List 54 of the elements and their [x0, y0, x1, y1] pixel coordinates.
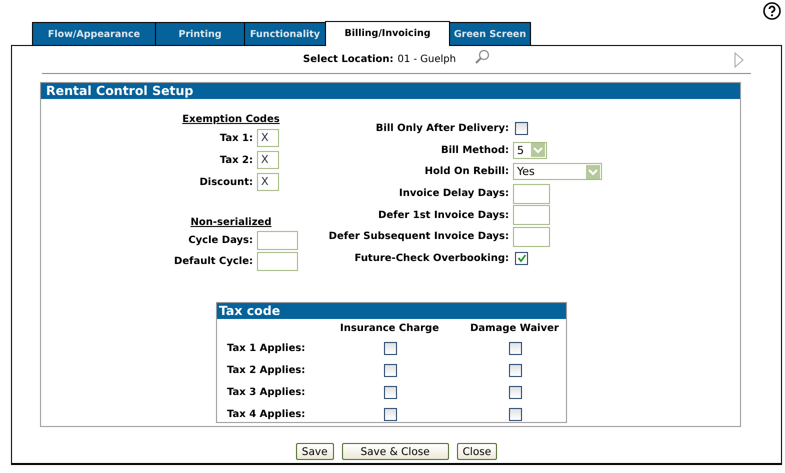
tab[interactable]: Printing — [155, 22, 245, 46]
input-field[interactable] — [513, 226, 550, 247]
column-header: Insurance Charge — [339, 323, 440, 334]
field-label: Default Cycle: — [173, 256, 254, 267]
checkbox[interactable] — [509, 364, 522, 376]
button[interactable]: Save & Close — [342, 443, 449, 460]
location-label: Select Location: — [303, 54, 394, 65]
field-label: Discount: — [198, 176, 254, 188]
field-label: Bill Only After Delivery: — [374, 123, 510, 134]
input-field[interactable] — [513, 184, 550, 204]
field-label: Hold On Rebill: — [424, 166, 510, 178]
row-label: Tax 3 Applies: — [227, 386, 306, 398]
group-heading: Exemption Codes — [181, 113, 281, 127]
checkbox[interactable] — [515, 252, 528, 265]
field-label: Tax 1: — [218, 132, 254, 144]
column-header: Damage Waiver — [469, 323, 560, 334]
location-value: 01 - Guelph — [398, 54, 456, 65]
dropdown[interactable]: Yes — [513, 163, 602, 180]
input-field[interactable] — [513, 205, 550, 226]
field-label: Defer 1st Invoice Days: — [377, 210, 510, 221]
field-label: Defer Subsequent Invoice Days: — [328, 231, 510, 242]
button[interactable]: Close — [456, 443, 498, 460]
checkbox[interactable] — [509, 408, 522, 420]
checkbox[interactable] — [515, 122, 528, 136]
field-label: Cycle Days: — [187, 235, 254, 246]
dropdown[interactable]: 5 — [513, 142, 547, 159]
input-field[interactable] — [257, 231, 298, 250]
checkbox[interactable] — [509, 386, 522, 398]
input-field[interactable]: X — [257, 129, 279, 147]
tax-code-title: Tax code — [217, 303, 566, 319]
input-field[interactable]: X — [257, 173, 279, 191]
tab[interactable]: Billing/Invoicing — [325, 21, 450, 46]
checkbox[interactable] — [384, 408, 397, 420]
group-heading: Non-serialized — [190, 216, 272, 230]
row-label: Tax 4 Applies: — [227, 408, 306, 420]
input-field[interactable]: X — [257, 151, 279, 169]
tab[interactable]: Functionality — [244, 22, 326, 46]
field-label: Tax 2: — [218, 154, 254, 166]
search-icon[interactable] — [474, 48, 490, 64]
help-icon[interactable] — [763, 2, 781, 20]
input-field[interactable] — [257, 252, 298, 271]
checkbox[interactable] — [384, 342, 397, 354]
row-label: Tax 1 Applies: — [227, 342, 306, 354]
tab[interactable]: Green Screen — [449, 22, 531, 46]
button[interactable]: Save — [296, 443, 334, 460]
tab[interactable]: Flow/Appearance — [32, 22, 156, 46]
checkbox[interactable] — [384, 386, 397, 398]
section-title: Rental Control Setup — [41, 83, 740, 99]
field-label: Invoice Delay Days: — [398, 188, 510, 200]
checkbox[interactable] — [384, 364, 397, 376]
checkbox[interactable] — [509, 342, 522, 354]
field-label: Bill Method: — [440, 144, 510, 156]
row-label: Tax 2 Applies: — [227, 364, 306, 376]
field-label: Future-Check Overbooking: — [353, 252, 510, 264]
